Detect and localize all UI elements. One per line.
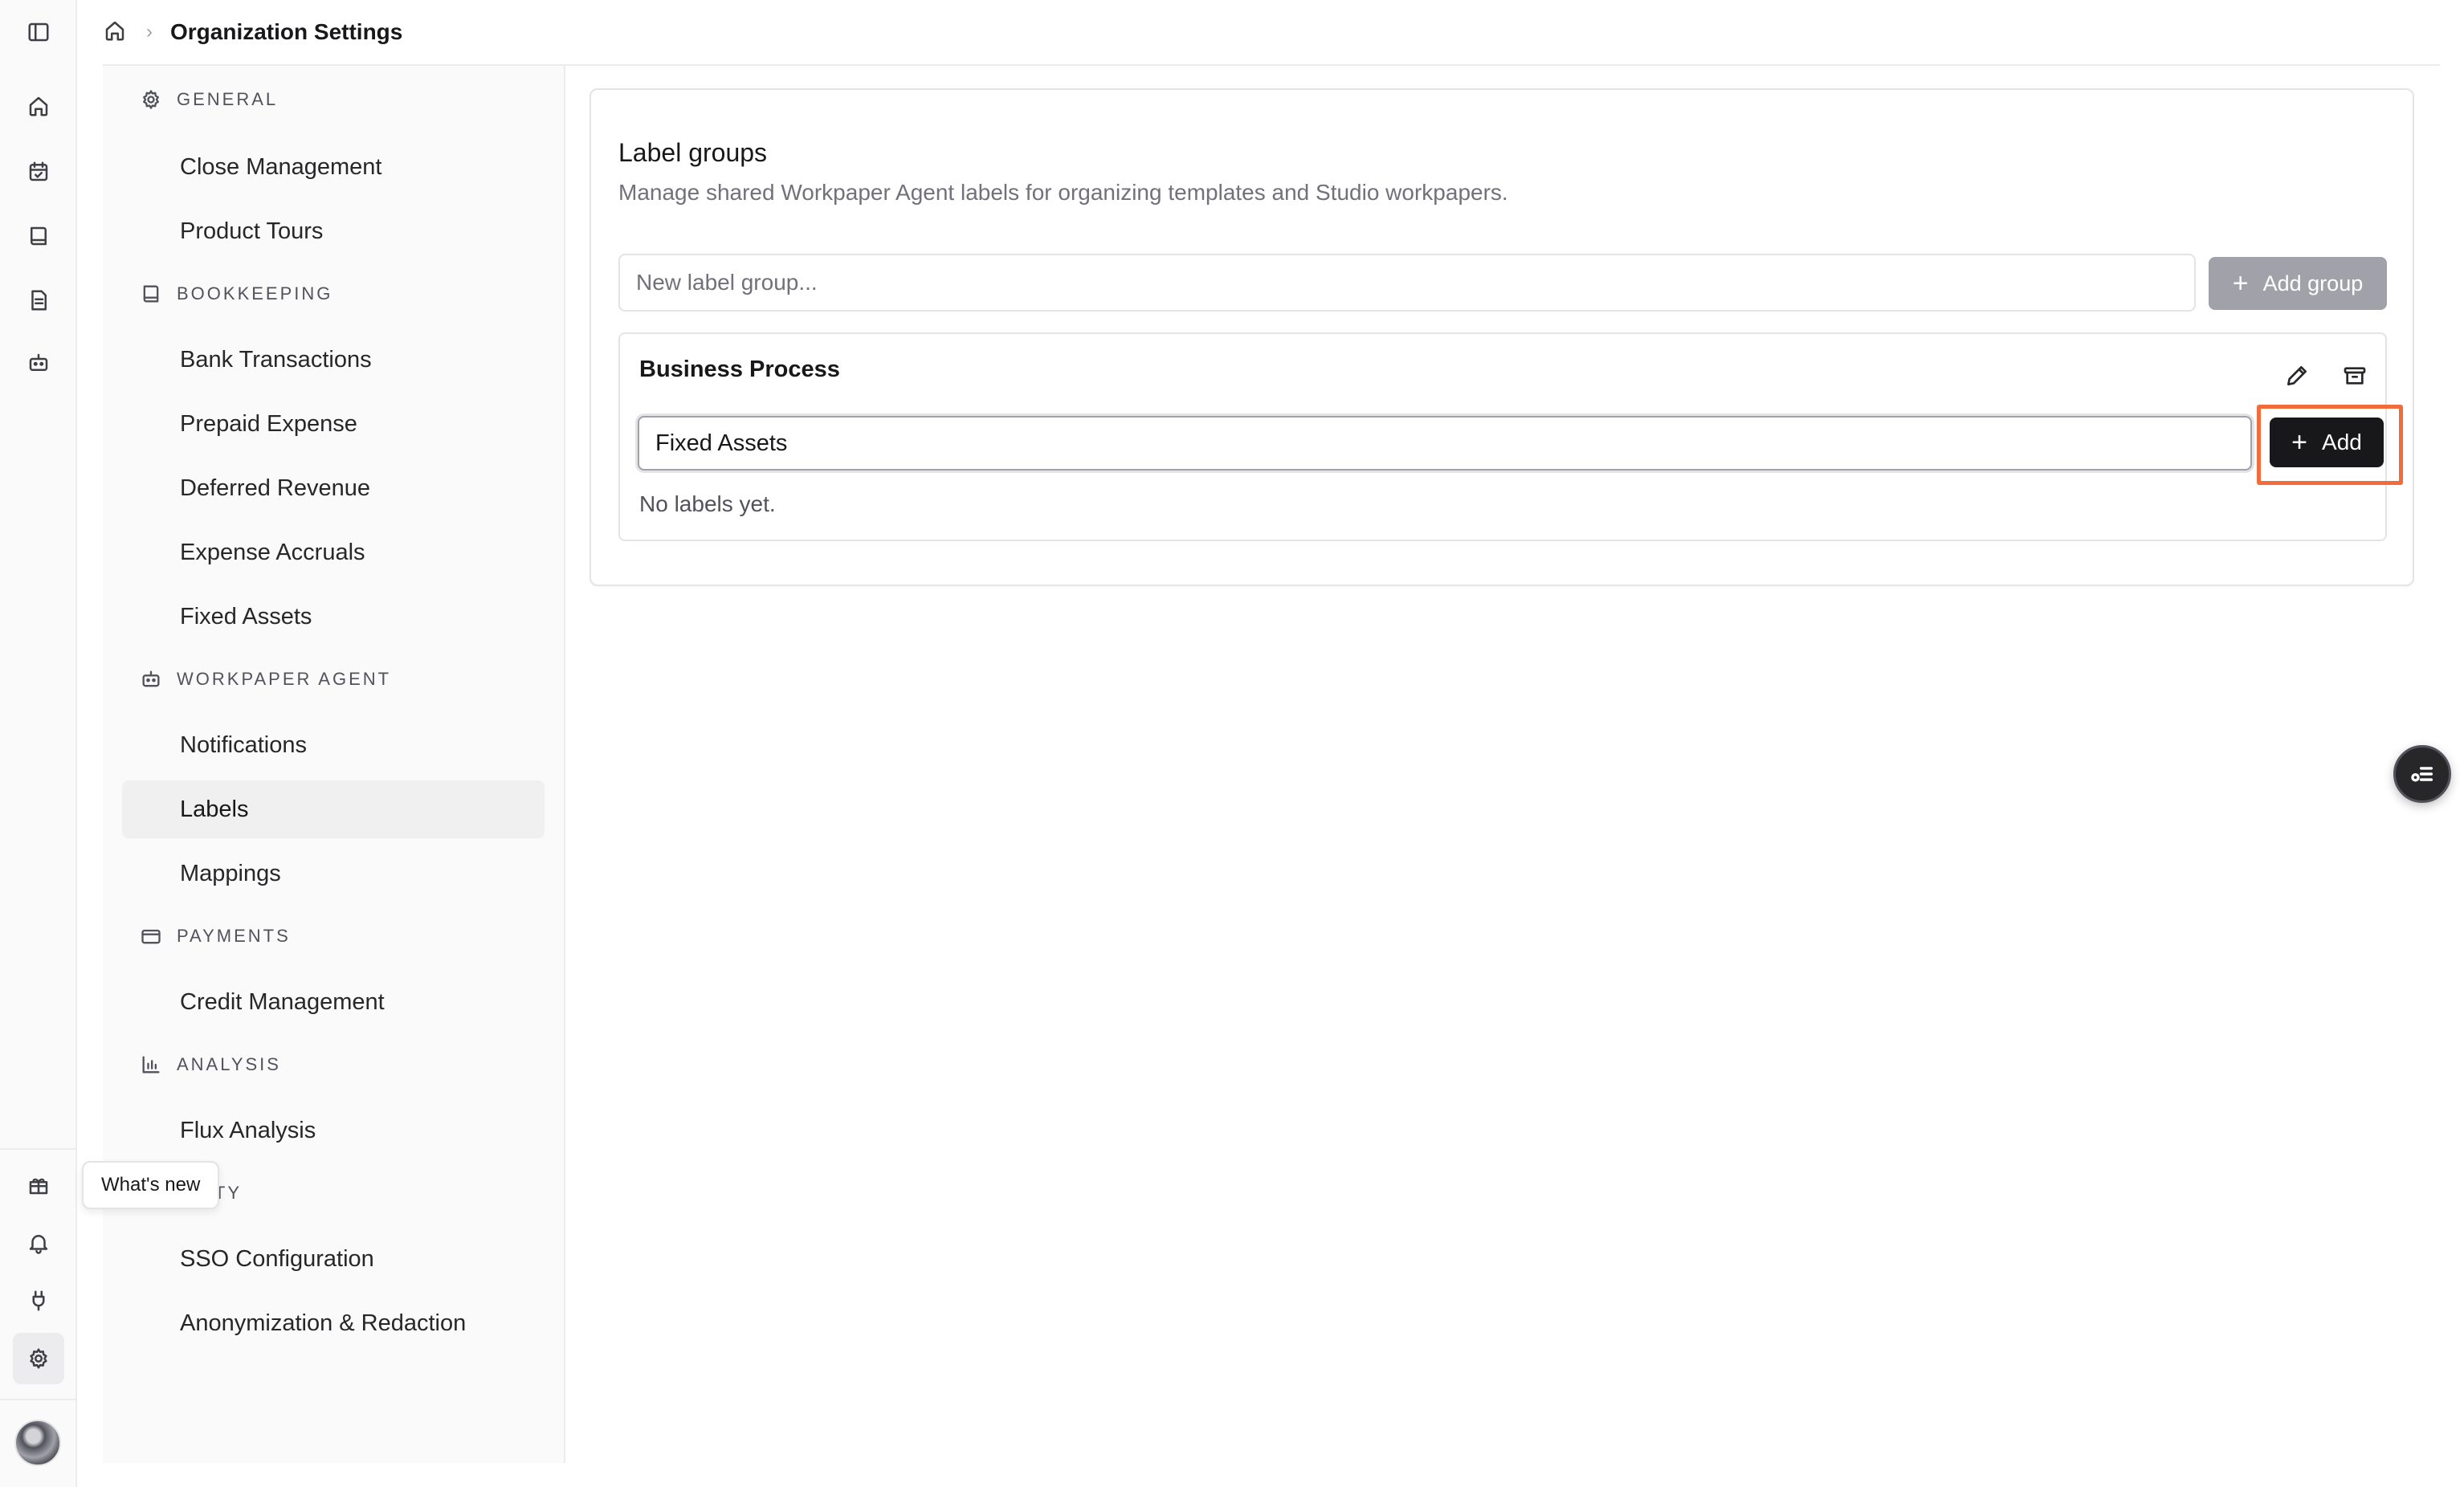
new-label-input[interactable] — [638, 416, 2252, 471]
plug-icon[interactable] — [13, 1275, 64, 1326]
new-label-group-input[interactable] — [618, 254, 2196, 312]
bell-icon[interactable] — [13, 1217, 64, 1269]
section-title: PAYMENTS — [177, 926, 291, 946]
nav-item-anonymization-redaction[interactable]: Anonymization & Redaction — [122, 1294, 545, 1352]
list-settings-icon — [2411, 767, 2433, 782]
home-icon[interactable] — [13, 80, 64, 132]
gift-icon[interactable] — [13, 1159, 64, 1211]
add-group-label: Add group — [2262, 271, 2364, 295]
book-icon — [143, 285, 159, 303]
card-title: Label groups — [618, 138, 768, 167]
pencil-icon[interactable] — [2278, 356, 2316, 395]
assistant-fab[interactable] — [2393, 745, 2451, 803]
nav-item-flux-analysis[interactable]: Flux Analysis — [122, 1102, 545, 1159]
chevron-right-icon: › — [146, 21, 153, 43]
nav-item-fixed-assets[interactable]: Fixed Assets — [122, 588, 545, 646]
gear-icon — [143, 90, 159, 109]
avatar[interactable] — [14, 1420, 61, 1466]
section-payments: PAYMENTS — [140, 925, 291, 947]
empty-labels-text: No labels yet. — [639, 491, 776, 516]
bar-chart-icon — [142, 1056, 160, 1073]
add-label-button[interactable]: + Add — [2270, 418, 2384, 467]
add-group-button[interactable]: + Add group — [2209, 257, 2387, 310]
settings-nav: GENERAL Close Management Product Tours B… — [103, 66, 565, 1463]
icon-rail — [0, 0, 77, 1487]
nav-item-credit-management[interactable]: Credit Management — [122, 973, 545, 1031]
group-name: Business Process — [639, 356, 840, 382]
nav-item-expense-accruals[interactable]: Expense Accruals — [122, 524, 545, 581]
archive-icon[interactable] — [2335, 356, 2374, 395]
document-icon[interactable] — [13, 275, 64, 326]
label-group-panel: Business Process + Add No labels yet. — [618, 332, 2403, 541]
bot-icon[interactable] — [13, 337, 64, 389]
book-icon[interactable] — [13, 210, 64, 262]
rail-divider — [0, 1399, 77, 1400]
home-icon[interactable] — [103, 18, 127, 47]
credit-card-icon — [141, 929, 161, 944]
bot-icon — [142, 670, 160, 687]
nav-item-labels[interactable]: Labels — [122, 780, 545, 838]
nav-item-deferred-revenue[interactable]: Deferred Revenue — [122, 459, 545, 517]
nav-item-mappings[interactable]: Mappings — [122, 845, 545, 902]
rail-divider — [0, 1148, 77, 1150]
section-title: ANALYSIS — [177, 1054, 281, 1074]
section-title: WORKPAPER AGENT — [177, 669, 392, 689]
plus-icon: + — [2232, 268, 2249, 299]
nav-item-product-tours[interactable]: Product Tours — [122, 202, 545, 260]
section-title: GENERAL — [177, 89, 279, 109]
add-label: Add — [2322, 430, 2362, 454]
whats-new-tooltip: What's new — [82, 1161, 220, 1209]
breadcrumb: › Organization Settings — [103, 0, 2440, 66]
calendar-check-icon[interactable] — [13, 146, 64, 198]
section-general: GENERAL — [140, 88, 278, 111]
sidebar-toggle-icon[interactable] — [13, 6, 64, 58]
section-workpaper-agent: WORKPAPER AGENT — [140, 668, 391, 691]
gear-icon[interactable] — [13, 1333, 64, 1384]
section-title: BOOKKEEPING — [177, 283, 333, 304]
nav-item-prepaid-expense[interactable]: Prepaid Expense — [122, 395, 545, 453]
plus-icon: + — [2291, 427, 2308, 458]
nav-item-notifications[interactable]: Notifications — [122, 716, 545, 774]
page-title: Organization Settings — [170, 19, 403, 44]
section-analysis: ANALYSIS — [140, 1053, 281, 1076]
section-bookkeeping: BOOKKEEPING — [140, 283, 332, 305]
nav-item-close-management[interactable]: Close Management — [122, 138, 545, 196]
label-groups-card: Label groups Manage shared Workpaper Age… — [589, 88, 2414, 586]
nav-item-sso-configuration[interactable]: SSO Configuration — [122, 1230, 545, 1288]
nav-item-bank-transactions[interactable]: Bank Transactions — [122, 331, 545, 389]
card-subtitle: Manage shared Workpaper Agent labels for… — [618, 180, 1508, 205]
